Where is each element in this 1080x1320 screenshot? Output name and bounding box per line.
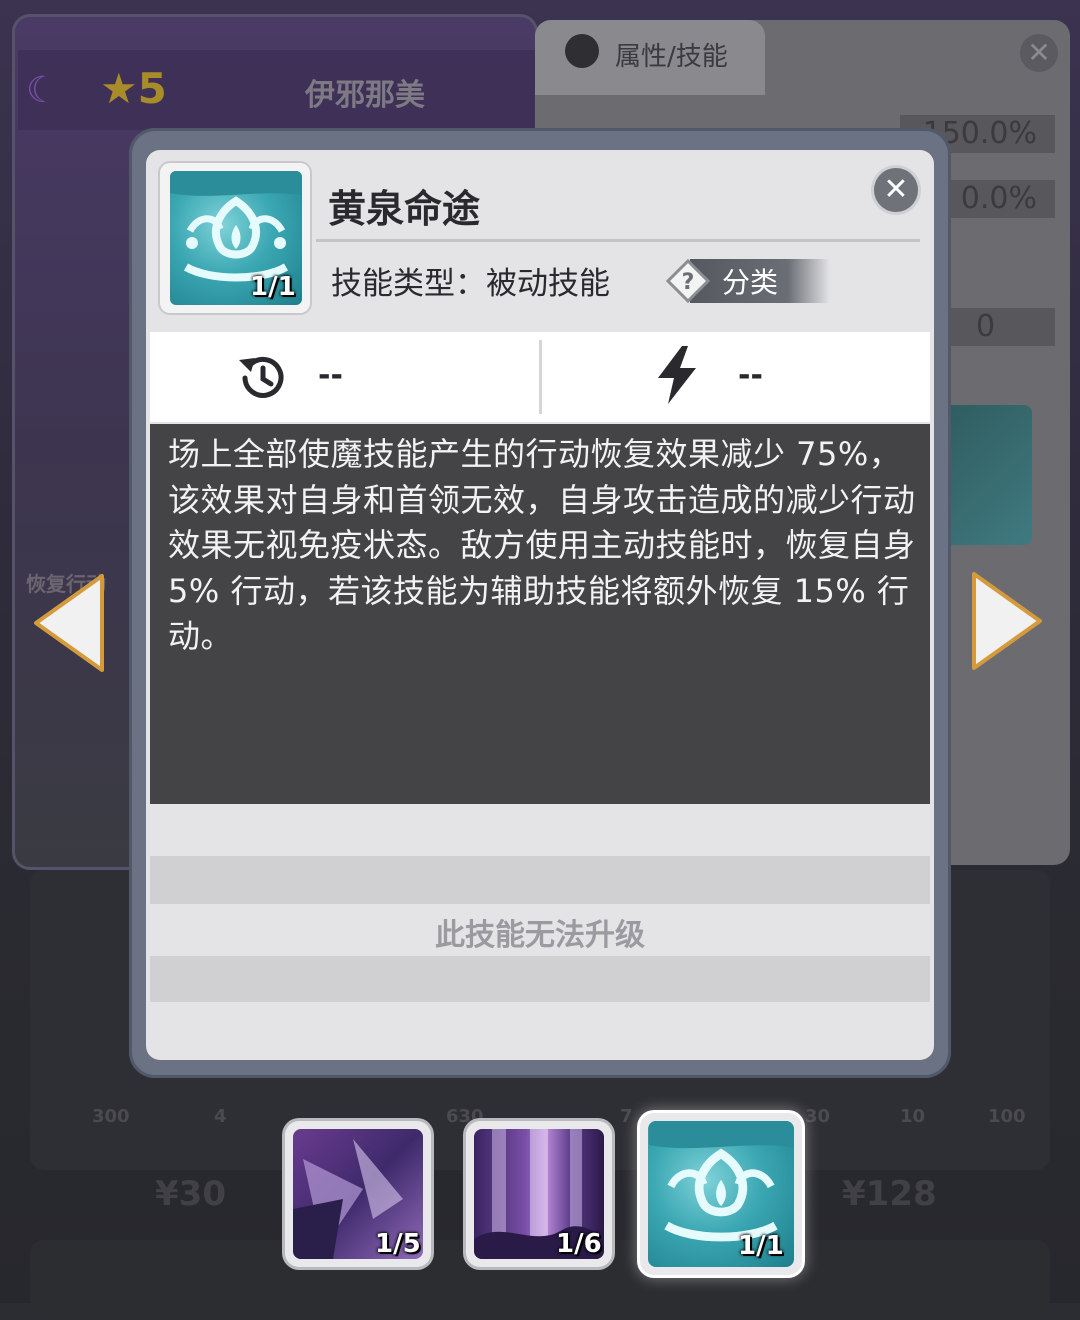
skill-tab-level: 1/5: [375, 1229, 421, 1259]
cooldown-value: --: [318, 358, 343, 393]
hero-name: 伊邪那美: [305, 78, 425, 113]
moon-icon: ☾: [26, 70, 59, 111]
price-label: ¥128: [842, 1174, 937, 1214]
question-diamond-icon[interactable]: ?: [666, 259, 710, 303]
tab-label: 属性/技能: [615, 42, 728, 72]
item-count: 300: [92, 1106, 130, 1127]
item-count: 4: [214, 1106, 227, 1127]
item-count: 100: [988, 1106, 1026, 1127]
lightning-icon: [658, 346, 696, 404]
item-count: 30: [805, 1106, 831, 1127]
item-count: 10: [900, 1106, 926, 1127]
attribute-tab-icon: [565, 34, 599, 68]
skill-tab-level: 1/6: [556, 1229, 602, 1259]
upgrade-note: 此技能无法升级: [435, 918, 645, 953]
upgrade-band-bottom: [150, 956, 930, 1002]
skill-type: 技能类型：被动技能: [331, 266, 610, 302]
skill-level: 1/1: [250, 272, 296, 302]
stats-divider: [539, 340, 542, 414]
upgrade-band-top: [150, 856, 930, 904]
next-arrow-icon[interactable]: [968, 566, 1048, 676]
energy-value: --: [738, 358, 763, 393]
title-divider: [316, 239, 920, 242]
price-label: ¥30: [155, 1174, 226, 1214]
skill-tab-2[interactable]: 1/6: [466, 1121, 612, 1267]
skill-tab-3-selected[interactable]: 1/1: [640, 1113, 802, 1275]
skill-tab-1[interactable]: 1/5: [285, 1121, 431, 1267]
skill-title: 黄泉命途: [328, 187, 481, 231]
item-count: 7: [620, 1106, 633, 1127]
previous-arrow-icon[interactable]: [28, 568, 108, 678]
skill-tab-level: 1/1: [738, 1231, 784, 1261]
close-button[interactable]: ✕: [874, 168, 918, 212]
cooldown-icon: [239, 356, 284, 398]
panel-close-button[interactable]: ✕: [1020, 34, 1058, 72]
skill-description: 场上全部使魔技能产生的行动恢复效果减少 75%，该效果对自身和首领无效，自身攻击…: [168, 435, 916, 655]
skill-thumbnail: [940, 405, 1032, 545]
category-tag[interactable]: 分类: [722, 261, 778, 301]
svg-text:?: ?: [682, 270, 695, 295]
hero-header: [18, 50, 538, 130]
hero-rarity: ★5: [100, 64, 167, 113]
